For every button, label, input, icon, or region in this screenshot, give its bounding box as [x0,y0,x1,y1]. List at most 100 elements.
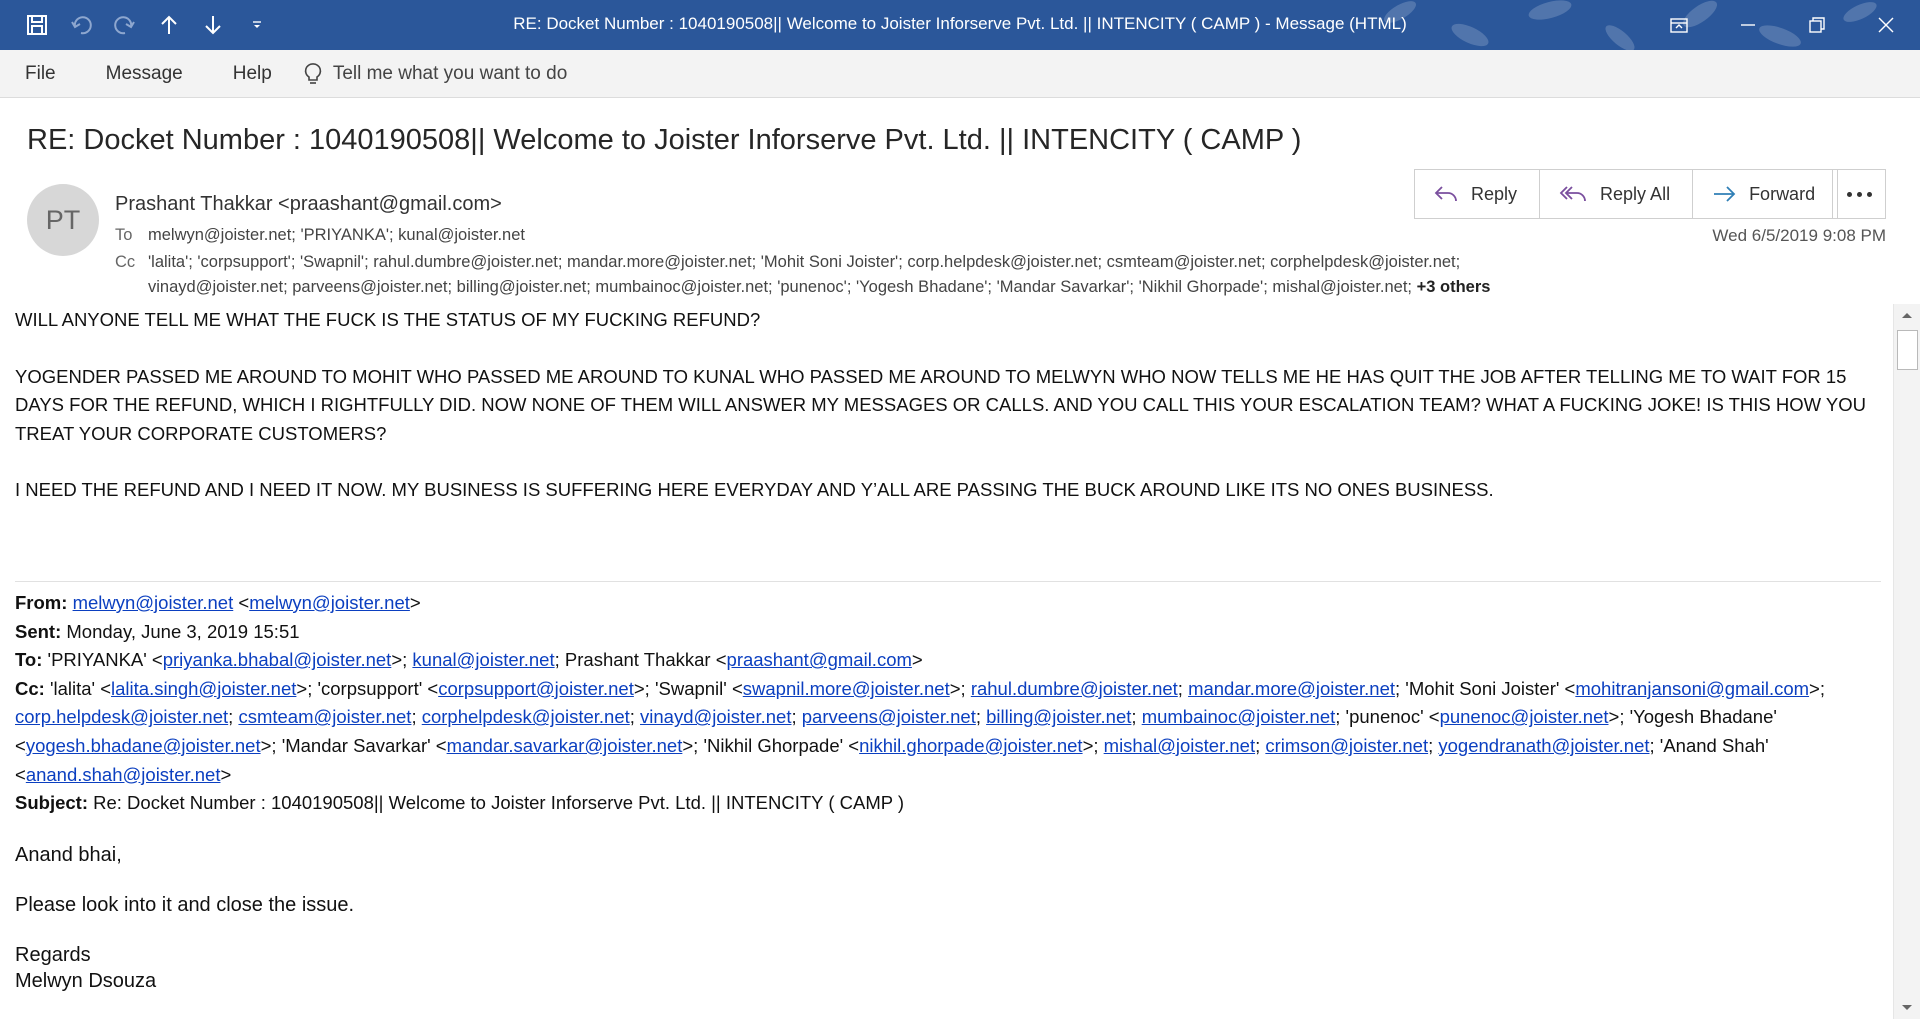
close-button[interactable] [1851,0,1920,50]
quoted-line: Please look into it and close the issue. [15,894,355,916]
save-button[interactable] [22,10,52,40]
quoted-cc-link[interactable]: mumbainoc@joister.net [1142,706,1336,727]
quoted-cc-link[interactable]: mishal@joister.net [1104,735,1255,756]
window-controls [1644,0,1920,50]
quoted-cc-text: ; 'Mohit Soni Joister' < [1395,677,1576,699]
menu-file[interactable]: File [0,63,81,85]
quoted-sent: Sent: Monday, June 3, 2019 15:51 [15,618,1885,647]
cc-more-link[interactable]: +3 others [1417,278,1491,296]
menu-message[interactable]: Message [81,63,208,85]
menu-help[interactable]: Help [208,63,297,85]
quoted-cc-link[interactable]: crimson@joister.net [1265,735,1428,756]
quoted-cc-text: ; [411,706,422,728]
quoted-cc-link[interactable]: mohitranjansoni@gmail.com [1575,678,1809,699]
restore-button[interactable] [1782,0,1851,50]
quoted-sent-label: Sent: [15,620,62,642]
quoted-cc-link[interactable]: rahul.dumbre@joister.net [971,678,1178,699]
minimize-button[interactable] [1713,0,1782,50]
reply-button[interactable]: Reply [1415,170,1541,218]
quoted-cc-link[interactable]: corpsupport@joister.net [438,678,634,699]
scrollbar-thumb[interactable] [1897,330,1918,370]
cc-list-line1[interactable]: 'lalita'; 'corpsupport'; 'Swapnil'; rahu… [148,253,1460,271]
body-paragraph-2: YOGENDER PASSED ME AROUND TO MOHIT WHO P… [15,365,1867,444]
redo-button[interactable] [110,10,140,40]
quoted-from: From: melwyn@joister.net <melwyn@joister… [15,592,421,613]
to-recipients: To melwyn@joister.net; 'PRIYANKA'; kunal@… [115,226,525,245]
arrow-up-icon [161,15,177,34]
quoted-cc-link[interactable]: csmteam@joister.net [238,706,411,727]
scroll-up-button[interactable] [1894,304,1920,326]
quoted-to-link[interactable]: kunal@joister.net [412,649,554,670]
arrow-down-icon [205,16,221,35]
quoted-from-link[interactable]: melwyn@joister.net [73,592,234,613]
quoted-cc-link[interactable]: mandar.more@joister.net [1188,678,1395,699]
scroll-up-icon [1902,313,1912,318]
lightbulb-icon [304,62,321,84]
quoted-cc-link[interactable]: parveens@joister.net [802,706,976,727]
title-bar: RE: Docket Number : 1040190508|| Welcome… [0,0,1920,50]
quoted-to: To: 'PRIYANKA' <priyanka.bhabal@joister.… [15,649,923,671]
quoted-cc-link[interactable]: anand.shah@joister.net [26,764,221,785]
quoted-cc-text: ; [1131,706,1142,728]
quoted-cc-text: > [220,763,232,785]
message-actions: Reply Reply All Forward [1414,169,1839,219]
quoted-cc-text: >; 'corpsupport' < [296,677,439,699]
quoted-divider [15,581,1881,582]
quoted-cc-link[interactable]: billing@joister.net [986,706,1131,727]
quoted-cc-link[interactable]: yogendranath@joister.net [1438,735,1649,756]
quoted-cc-link[interactable]: corp.helpdesk@joister.net [15,706,228,727]
quoted-to-link[interactable]: praashant@gmail.com [727,649,912,670]
quoted-cc-link[interactable]: yogesh.bhadane@joister.net [26,735,261,756]
quick-access-toolbar [22,0,272,50]
sender-name[interactable]: Prashant Thakkar <praashant@gmail.com> [115,193,502,216]
cc-label: Cc [115,253,136,271]
quoted-cc-text: ; [629,706,641,728]
previous-item-button[interactable] [154,10,184,40]
quoted-cc: Cc: 'lalita' <lalita.singh@joister.net>;… [15,675,1885,789]
quoted-cc-text: ; 'punenoc' < [1335,706,1440,728]
quoted-to-sep: >; [391,649,413,671]
quoted-cc-link[interactable]: vinayd@joister.net [640,706,791,727]
quoted-cc-link[interactable]: mandar.savarkar@joister.net [447,735,683,756]
quoted-sent-value: Monday, June 3, 2019 15:51 [66,620,300,642]
quoted-subject-value: Re: Docket Number : 1040190508|| Welcome… [93,792,905,814]
quoted-signature: Melwyn Dsouza [15,970,157,992]
quoted-cc-text: >; [1809,677,1825,699]
quoted-to-link[interactable]: priyanka.bhabal@joister.net [163,649,392,670]
minimize-icon [1740,24,1755,26]
quoted-cc-text: ; [791,706,802,728]
quoted-cc-link[interactable]: swapnil.more@joister.net [743,678,950,699]
quoted-from-label: From: [15,592,68,613]
tell-me-search[interactable]: Tell me what you want to do [303,62,567,86]
scroll-down-icon [1902,1005,1912,1010]
body-paragraph-1: WILL ANYONE TELL ME WHAT THE FUCK IS THE… [15,309,761,330]
cc-list-line2[interactable]: vinayd@joister.net; parveens@joister.net… [148,278,1412,296]
reply-all-icon [1559,186,1586,202]
to-list[interactable]: melwyn@joister.net; 'PRIYANKA'; kunal@jo… [148,226,525,244]
more-actions-button[interactable] [1832,169,1886,219]
close-icon [1878,17,1893,33]
reply-all-button[interactable]: Reply All [1540,170,1694,218]
reply-all-label: Reply All [1600,183,1671,204]
scroll-down-button[interactable] [1894,997,1920,1019]
quoted-cc-link[interactable]: punenoc@joister.net [1440,706,1609,727]
quoted-cc-link[interactable]: lalita.singh@joister.net [111,678,296,699]
quoted-cc-link[interactable]: corphelpdesk@joister.net [422,706,630,727]
next-item-button[interactable] [198,10,228,40]
vertical-scrollbar[interactable] [1893,304,1920,1019]
cc-recipients: Cc 'lalita'; 'corpsupport'; 'Swapnil'; ra… [115,253,1460,272]
quoted-cc-link[interactable]: nikhil.ghorpade@joister.net [859,735,1082,756]
forward-button[interactable]: Forward [1693,170,1837,218]
ribbon-display-options-button[interactable] [1644,0,1713,50]
undo-button[interactable] [66,10,96,40]
quoted-to-text: 'PRIYANKA' < [47,649,163,671]
quoted-cc-text: ; [228,706,239,728]
quoted-to-label: To: [15,649,43,671]
customize-toolbar-button[interactable] [242,10,272,40]
dropdown-caret-icon [253,21,261,28]
cc-recipients-continued: vinayd@joister.net; parveens@joister.net… [148,278,1490,297]
quoted-regards: Regards [15,944,91,966]
quoted-from-link-2[interactable]: melwyn@joister.net [249,592,410,613]
menu-bar: File Message Help Tell me what you want … [0,50,1920,98]
reply-label: Reply [1471,183,1518,204]
